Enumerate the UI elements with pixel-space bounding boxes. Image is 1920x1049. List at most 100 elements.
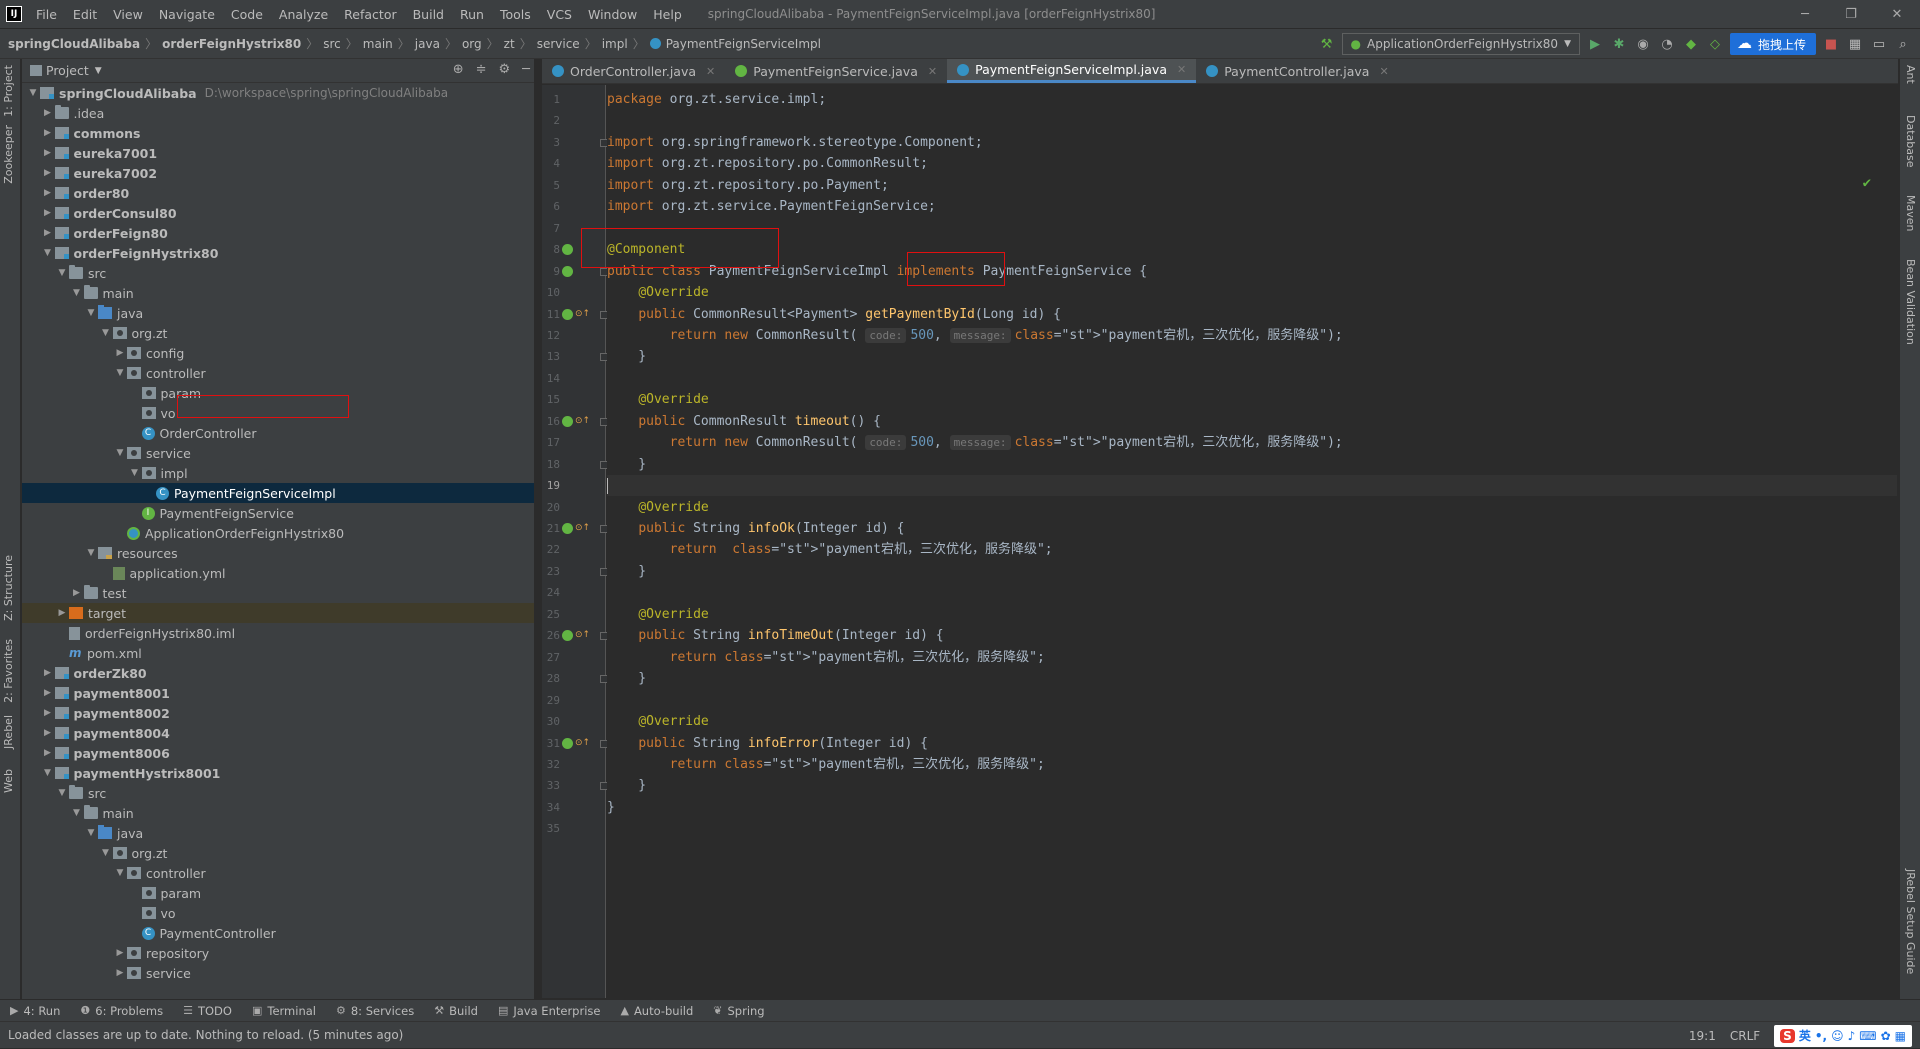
- menu-file[interactable]: File: [28, 7, 65, 22]
- tree-item--idea[interactable]: ▶ .idea: [22, 103, 534, 123]
- menu-window[interactable]: Window: [580, 7, 645, 22]
- breadcrumb-item[interactable]: main: [363, 37, 393, 51]
- chevron-right-icon[interactable]: ▶: [113, 348, 127, 358]
- tool-button-todo[interactable]: ☰ TODO: [173, 1004, 242, 1018]
- code-editor[interactable]: ✔ package org.zt.service.impl; import org…: [581, 85, 1897, 998]
- breadcrumb-item[interactable]: org: [462, 37, 482, 51]
- tab-paymentfeignservice-java[interactable]: PaymentFeignService.java ✕: [725, 59, 947, 83]
- tool-tab-ant[interactable]: Ant: [1904, 65, 1917, 84]
- chevron-right-icon[interactable]: ▶: [70, 588, 84, 598]
- menu-navigate[interactable]: Navigate: [151, 7, 223, 22]
- project-structure-icon[interactable]: ▦: [1846, 35, 1864, 53]
- tree-item-service[interactable]: ▶ service: [22, 963, 534, 983]
- breadcrumb-item[interactable]: springCloudAlibaba: [8, 37, 140, 51]
- tree-item-config[interactable]: ▶ config: [22, 343, 534, 363]
- hammer-build-icon[interactable]: ⚒: [1318, 35, 1336, 53]
- search-icon[interactable]: ⌕: [1894, 35, 1912, 53]
- tree-item-payment8004[interactable]: ▶ payment8004: [22, 723, 534, 743]
- tree-item-resources[interactable]: ▼ resources: [22, 543, 534, 563]
- chevron-down-icon[interactable]: ▼: [41, 248, 55, 258]
- project-panel-title[interactable]: Project: [46, 63, 89, 78]
- chevron-down-icon[interactable]: ▼: [26, 88, 40, 98]
- tool-tab-jrebel[interactable]: JRebel: [2, 715, 15, 749]
- chevron-down-icon[interactable]: ▼: [95, 66, 102, 76]
- breadcrumb-item[interactable]: java: [415, 37, 440, 51]
- tree-item-orderconsul80[interactable]: ▶ orderConsul80: [22, 203, 534, 223]
- collapse-all-icon[interactable]: ≑: [476, 62, 487, 77]
- menu-refactor[interactable]: Refactor: [336, 7, 404, 22]
- tool-tab-structure[interactable]: Z: Structure: [2, 555, 15, 621]
- ime-language[interactable]: 英: [1799, 1027, 1811, 1044]
- tree-item-payment8002[interactable]: ▶ payment8002: [22, 703, 534, 723]
- breadcrumb-item[interactable]: impl: [602, 37, 628, 51]
- tree-item-org-zt[interactable]: ▼ org.zt: [22, 843, 534, 863]
- tree-item-java[interactable]: ▼ java: [22, 823, 534, 843]
- breadcrumb-item[interactable]: orderFeignHystrix80: [162, 37, 301, 51]
- chevron-down-icon[interactable]: ▼: [113, 868, 127, 878]
- tree-item-orderzk80[interactable]: ▶ orderZk80: [22, 663, 534, 683]
- chevron-down-icon[interactable]: ▼: [84, 548, 98, 558]
- tree-item-paymentfeignservice[interactable]: I PaymentFeignService: [22, 503, 534, 523]
- tree-item-applicationorderfeignhystrix80[interactable]: ApplicationOrderFeignHystrix80: [22, 523, 534, 543]
- breadcrumb-item[interactable]: zt: [504, 37, 515, 51]
- tool-button-8-services[interactable]: ⚙ 8: Services: [326, 1004, 424, 1018]
- chevron-down-icon[interactable]: ▼: [70, 808, 84, 818]
- chevron-right-icon[interactable]: ▶: [41, 228, 55, 238]
- chevron-down-icon[interactable]: ▼: [84, 828, 98, 838]
- spring-bean-gutter-icon[interactable]: [562, 308, 573, 320]
- tree-item-order80[interactable]: ▶ order80: [22, 183, 534, 203]
- run-configuration-select[interactable]: ● ApplicationOrderFeignHystrix80 ▼: [1341, 33, 1580, 55]
- jrebel-run-icon[interactable]: ◆: [1682, 35, 1700, 53]
- tool-tab-web[interactable]: Web: [2, 769, 15, 793]
- chevron-right-icon[interactable]: ▶: [41, 148, 55, 158]
- chevron-down-icon[interactable]: ▼: [113, 368, 127, 378]
- breadcrumb-item[interactable]: src: [323, 37, 341, 51]
- implements-method-icon[interactable]: ⊙↑: [575, 630, 590, 640]
- tool-tab-favorites[interactable]: 2: Favorites: [2, 639, 15, 703]
- tree-item-eureka7001[interactable]: ▶ eureka7001: [22, 143, 534, 163]
- implements-method-icon[interactable]: ⊙↑: [575, 738, 590, 748]
- tool-tab-bean-validation[interactable]: Bean Validation: [1904, 259, 1917, 345]
- chevron-right-icon[interactable]: ▶: [41, 688, 55, 698]
- menu-edit[interactable]: Edit: [65, 7, 105, 22]
- chevron-right-icon[interactable]: ▶: [41, 668, 55, 678]
- menu-tools[interactable]: Tools: [492, 7, 539, 22]
- tool-tab-zookeeper[interactable]: Zookeeper: [2, 125, 15, 184]
- upload-button[interactable]: 拖拽上传: [1729, 33, 1816, 55]
- breadcrumb-item[interactable]: service: [537, 37, 580, 51]
- tree-item-param[interactable]: param: [22, 883, 534, 903]
- minimize-icon[interactable]: ─: [1782, 0, 1828, 28]
- chevron-right-icon[interactable]: ▶: [55, 608, 69, 618]
- microphone-icon[interactable]: ♪: [1848, 1029, 1856, 1043]
- debug-icon[interactable]: ✱: [1610, 35, 1628, 53]
- jrebel-debug-icon[interactable]: ◇: [1706, 35, 1724, 53]
- gear-icon[interactable]: ⚙: [499, 62, 511, 77]
- profile-icon[interactable]: ◔: [1658, 35, 1676, 53]
- emoji-icon[interactable]: ☺: [1831, 1029, 1844, 1043]
- menu-run[interactable]: Run: [452, 7, 492, 22]
- stop-icon[interactable]: ■: [1822, 35, 1840, 53]
- locate-file-icon[interactable]: ⊕: [453, 62, 464, 77]
- input-method-toolbar[interactable]: S 英 •, ☺ ♪ ⌨ ✿ ▦: [1774, 1024, 1912, 1047]
- tree-item-paymentfeignserviceimpl[interactable]: C PaymentFeignServiceImpl: [22, 483, 534, 503]
- tree-item-ordercontroller[interactable]: C OrderController: [22, 423, 534, 443]
- spring-bean-gutter-icon[interactable]: [562, 244, 573, 256]
- caret-position[interactable]: 19:1: [1689, 1029, 1716, 1043]
- tree-item-param[interactable]: param: [22, 383, 534, 403]
- chevron-down-icon[interactable]: ▼: [99, 848, 113, 858]
- close-tab-icon[interactable]: ✕: [1379, 65, 1388, 78]
- skin-icon[interactable]: ✿: [1881, 1029, 1891, 1043]
- menu-help[interactable]: Help: [645, 7, 690, 22]
- implements-method-icon[interactable]: ⊙↑: [575, 416, 590, 426]
- chevron-down-icon[interactable]: ▼: [55, 268, 69, 278]
- tool-button-terminal[interactable]: ▣ Terminal: [242, 1004, 326, 1018]
- restore-icon[interactable]: ❐: [1828, 0, 1874, 28]
- tool-tab-database[interactable]: Database: [1904, 115, 1917, 168]
- tree-item-orderfeignhystrix80[interactable]: ▼ orderFeignHystrix80: [22, 243, 534, 263]
- tree-item-target[interactable]: ▶ target: [22, 603, 534, 623]
- hide-panel-icon[interactable]: ─: [522, 62, 530, 77]
- run-icon[interactable]: ▶: [1586, 35, 1604, 53]
- chevron-right-icon[interactable]: ▶: [41, 188, 55, 198]
- chevron-right-icon[interactable]: ▶: [41, 728, 55, 738]
- tree-item-java[interactable]: ▼ java: [22, 303, 534, 323]
